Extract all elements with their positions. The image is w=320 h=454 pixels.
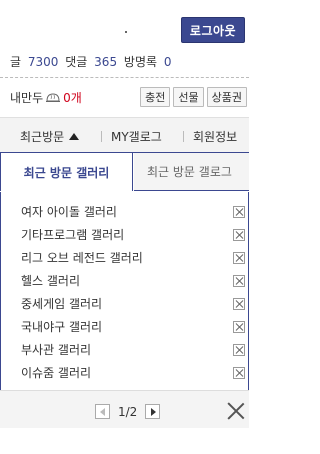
- close-icon[interactable]: [233, 343, 245, 356]
- list-item[interactable]: 기타프로그램 갤러리: [21, 223, 245, 246]
- close-icon[interactable]: [233, 320, 245, 333]
- gallery-link[interactable]: 리그 오브 레전드 갤러리: [21, 249, 143, 266]
- gift-certificate-button[interactable]: 상품권: [206, 87, 247, 107]
- dumpling-icon: [45, 91, 61, 105]
- subtab-recent-gallog[interactable]: 최근 방문 갤로그: [134, 153, 249, 191]
- prev-page-button[interactable]: [95, 404, 110, 419]
- gallery-link[interactable]: 부사관 갤러리: [21, 341, 91, 358]
- coin-info: 내만두 0개: [10, 89, 82, 106]
- comments-count[interactable]: 365: [94, 55, 117, 69]
- list-item[interactable]: 부사관 갤러리: [21, 338, 245, 361]
- close-icon[interactable]: [233, 251, 245, 264]
- sub-tabs: 최근 방문 갤러리 최근 방문 갤로그: [0, 153, 249, 191]
- list-footer: 1/2: [0, 390, 249, 428]
- gift-button[interactable]: 선물: [173, 87, 204, 107]
- coin-label: 내만두: [10, 91, 44, 105]
- recent-gallery-list: 여자 아이돌 갤러리 기타프로그램 갤러리 리그 오브 레전드 갤러리 헬스 갤…: [0, 192, 249, 390]
- user-header: 로그아웃 글 7300 댓글 365 방명록 0: [0, 0, 249, 78]
- close-icon[interactable]: [233, 228, 245, 241]
- gallery-link[interactable]: 국내야구 갤러리: [21, 318, 102, 335]
- recent-gallery-panel: 로그아웃 글 7300 댓글 365 방명록 0 내만두 0개 충전 선물 상품…: [0, 0, 249, 428]
- gallery-link[interactable]: 헬스 갤러리: [21, 272, 80, 289]
- close-icon[interactable]: [233, 205, 245, 218]
- tab-recent[interactable]: 최근방문: [20, 118, 80, 154]
- list-item[interactable]: 여자 아이돌 갤러리: [21, 200, 245, 223]
- coin-actions: 충전 선물 상품권: [140, 87, 247, 107]
- close-icon[interactable]: [233, 274, 245, 287]
- tab-my-gallog[interactable]: MY갤로그: [111, 118, 162, 154]
- coin-value: 0개: [63, 91, 82, 105]
- close-panel-icon[interactable]: [227, 402, 245, 420]
- list-item[interactable]: 리그 오브 레전드 갤러리: [21, 246, 245, 269]
- dot-mark: [125, 31, 127, 33]
- arrow-up-icon: [69, 132, 80, 140]
- user-stats: 글 7300 댓글 365 방명록 0: [10, 53, 175, 70]
- tab-divider: [183, 131, 184, 142]
- comments-label: 댓글: [65, 55, 88, 69]
- coin-row: 내만두 0개 충전 선물 상품권: [0, 79, 249, 117]
- logout-button[interactable]: 로그아웃: [181, 17, 245, 43]
- tab-member-info[interactable]: 회원정보: [193, 118, 237, 154]
- tab-divider: [101, 131, 102, 142]
- list-item[interactable]: 이슈줌 갤러리: [21, 361, 245, 384]
- posts-count[interactable]: 7300: [28, 55, 59, 69]
- main-tabs: 최근방문 MY갤로그 회원정보: [0, 117, 249, 153]
- posts-label: 글: [10, 55, 22, 69]
- close-icon[interactable]: [233, 297, 245, 310]
- gallery-link[interactable]: 여자 아이돌 갤러리: [21, 203, 117, 220]
- close-icon[interactable]: [233, 366, 245, 379]
- page-indicator: 1/2: [118, 404, 138, 419]
- gallery-link[interactable]: 중세게임 갤러리: [21, 295, 102, 312]
- gallery-link[interactable]: 이슈줌 갤러리: [21, 364, 91, 381]
- list-item[interactable]: 국내야구 갤러리: [21, 315, 245, 338]
- gallery-link[interactable]: 기타프로그램 갤러리: [21, 226, 124, 243]
- list-item[interactable]: 중세게임 갤러리: [21, 292, 245, 315]
- guestbook-label: 방명록: [123, 55, 158, 69]
- pagination: 1/2: [95, 404, 161, 419]
- list-item[interactable]: 헬스 갤러리: [21, 269, 245, 292]
- charge-button[interactable]: 충전: [140, 87, 171, 107]
- subtab-recent-gallery[interactable]: 최근 방문 갤러리: [0, 153, 133, 191]
- tab-recent-label: 최근방문: [20, 129, 65, 144]
- guestbook-count[interactable]: 0: [164, 55, 172, 69]
- next-page-button[interactable]: [145, 404, 161, 419]
